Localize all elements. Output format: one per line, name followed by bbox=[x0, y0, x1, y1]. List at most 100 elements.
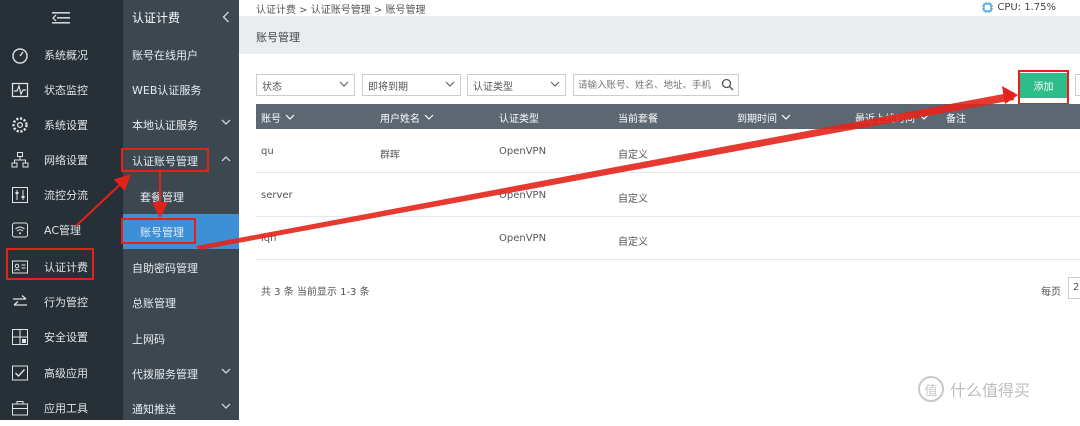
column-header-username[interactable]: 用户姓名 bbox=[380, 110, 434, 125]
cell-auth-type: OpenVPN bbox=[499, 190, 547, 201]
cut-off-control[interactable] bbox=[1075, 74, 1080, 96]
toolbox-icon bbox=[11, 399, 29, 417]
expiry-select[interactable]: 即将到期 bbox=[362, 74, 461, 96]
nav-item-label: 状态监控 bbox=[44, 83, 88, 97]
subnav-item-label: 代拨服务管理 bbox=[132, 367, 198, 381]
column-header-expiry[interactable]: 到期时间 bbox=[737, 110, 791, 125]
nav-item-security-settings[interactable]: 安全设置 bbox=[0, 319, 123, 354]
swap-arrows-icon bbox=[11, 293, 29, 311]
cell-plan: 自定义 bbox=[618, 194, 648, 205]
subnav-item-net-code[interactable]: 上网码 bbox=[123, 321, 239, 356]
sliders-icon bbox=[11, 186, 29, 204]
nav-item-label: 应用工具 bbox=[44, 401, 88, 415]
nav-item-status-monitor[interactable]: 状态监控 bbox=[0, 72, 123, 107]
subnav-item-ledger[interactable]: 总账管理 bbox=[123, 285, 239, 320]
column-header-label: 账号 bbox=[261, 114, 281, 125]
table-row[interactable]: lqh OpenVPN 自定义 bbox=[256, 217, 1080, 260]
gear-icon bbox=[11, 116, 29, 134]
table-row[interactable]: qu 群晖 OpenVPN 自定义 bbox=[256, 130, 1080, 173]
auth-type-select[interactable]: 认证类型 bbox=[467, 74, 566, 96]
subnav-item-local-auth[interactable]: 本地认证服务 bbox=[123, 107, 239, 142]
pulse-monitor-icon bbox=[11, 81, 29, 99]
secondary-sidebar: 认证计费 账号在线用户 WEB认证服务 本地认证服务 认证账号管理 套餐管理 账… bbox=[123, 0, 239, 420]
nav-item-ac-management[interactable]: AC管理 bbox=[0, 212, 123, 247]
primary-sidebar: 系统概况 状态监控 系统设置 网络设置 流控分流 AC管理 认证计费 行为管控 … bbox=[0, 0, 123, 420]
chevron-down-icon bbox=[339, 81, 349, 87]
column-header-last-online[interactable]: 最近上线时间 bbox=[855, 110, 929, 125]
chevron-up-icon bbox=[221, 156, 231, 162]
subnav-item-self-password[interactable]: 自助密码管理 bbox=[123, 250, 239, 285]
nav-item-system-settings[interactable]: 系统设置 bbox=[0, 107, 123, 142]
watermark-text: 什么值得买 bbox=[950, 381, 1031, 400]
column-header-account[interactable]: 账号 bbox=[261, 110, 295, 125]
pagination-summary: 共 3 条 当前显示 1-3 条 bbox=[261, 287, 370, 298]
subnav-item-label: 上网码 bbox=[132, 332, 165, 346]
auth-type-select-value: 认证类型 bbox=[473, 81, 513, 93]
annotation-highlight-add bbox=[1018, 70, 1069, 105]
gauge-icon bbox=[11, 46, 29, 64]
nav-item-label: 高级应用 bbox=[44, 366, 88, 380]
cell-username: 群晖 bbox=[380, 150, 400, 161]
nav-item-behavior-control[interactable]: 行为管控 bbox=[0, 284, 123, 319]
nav-item-label: 行为管控 bbox=[44, 295, 88, 309]
chevron-down-icon bbox=[221, 368, 231, 374]
chevron-down-icon bbox=[445, 81, 455, 87]
search-input[interactable] bbox=[578, 76, 718, 94]
subnav-item-dial-service[interactable]: 代拨服务管理 bbox=[123, 356, 239, 391]
chevron-left-icon[interactable] bbox=[222, 11, 230, 23]
cell-account: lqh bbox=[261, 233, 277, 244]
subnav-item-web-auth[interactable]: WEB认证服务 bbox=[123, 72, 239, 107]
nav-item-label: AC管理 bbox=[44, 223, 82, 237]
subnav-item-label: 通知推送 bbox=[132, 402, 176, 416]
search-icon[interactable] bbox=[721, 78, 734, 91]
column-header-label: 备注 bbox=[946, 114, 966, 125]
nav-item-label: 系统设置 bbox=[44, 118, 88, 132]
column-header-label: 到期时间 bbox=[737, 114, 777, 125]
chevron-down-icon bbox=[781, 114, 791, 120]
nav-item-label: 网络设置 bbox=[44, 153, 88, 167]
subnav-item-notification[interactable]: 通知推送 bbox=[123, 391, 239, 426]
cpu-usage: CPU: 1.75% bbox=[981, 1, 1056, 14]
subnav-item-online-users[interactable]: 账号在线用户 bbox=[123, 37, 239, 72]
subnav-item-label: 账号在线用户 bbox=[132, 48, 198, 62]
hamburger-icon bbox=[51, 11, 70, 24]
annotation-highlight-account-mgmt bbox=[121, 218, 196, 244]
cpu-usage-text: CPU: 1.75% bbox=[997, 2, 1056, 13]
chevron-down-icon bbox=[221, 119, 231, 125]
column-header-label: 用户姓名 bbox=[380, 114, 420, 125]
chevron-down-icon bbox=[285, 114, 295, 120]
nav-item-flow-control[interactable]: 流控分流 bbox=[0, 177, 123, 212]
nav-item-advanced-apps[interactable]: 高级应用 bbox=[0, 355, 123, 390]
chevron-down-icon bbox=[424, 114, 434, 120]
per-page-select[interactable]: 2 bbox=[1068, 277, 1080, 299]
column-header-label: 最近上线时间 bbox=[855, 114, 915, 125]
page-title: 账号管理 bbox=[256, 31, 300, 44]
subnav-item-plan-mgmt[interactable]: 套餐管理 bbox=[123, 179, 239, 214]
annotation-highlight-auth-billing bbox=[6, 248, 94, 280]
annotation-highlight-auth-account-mgmt bbox=[121, 148, 209, 172]
secondary-sidebar-title: 认证计费 bbox=[132, 11, 181, 25]
network-tree-icon bbox=[11, 151, 29, 169]
nav-item-label: 系统概况 bbox=[44, 48, 88, 62]
nav-item-system-overview[interactable]: 系统概况 bbox=[0, 37, 123, 72]
column-header-label: 认证类型 bbox=[499, 114, 539, 125]
secondary-sidebar-header: 认证计费 bbox=[123, 0, 239, 35]
status-select[interactable]: 状态 bbox=[256, 74, 355, 96]
nav-item-label: 流控分流 bbox=[44, 188, 88, 202]
search-box bbox=[573, 74, 739, 96]
status-select-value: 状态 bbox=[262, 81, 282, 93]
watermark: 值 什么值得买 bbox=[918, 376, 1030, 402]
chevron-down-icon bbox=[550, 81, 560, 87]
nav-item-network-settings[interactable]: 网络设置 bbox=[0, 142, 123, 177]
cell-account: qu bbox=[261, 146, 274, 157]
cell-auth-type: OpenVPN bbox=[499, 146, 547, 157]
breadcrumb: 认证计费 > 认证账号管理 > 账号管理 bbox=[256, 5, 426, 16]
table-header: 账号 用户姓名 认证类型 当前套餐 到期时间 最近上线时间 备注 bbox=[256, 104, 1080, 129]
menu-toggle[interactable] bbox=[0, 0, 123, 35]
column-header-auth-type: 认证类型 bbox=[499, 110, 539, 125]
cell-plan: 自定义 bbox=[618, 237, 648, 248]
cell-account: server bbox=[261, 190, 293, 201]
checkbox-icon bbox=[11, 364, 29, 382]
subnav-item-label: 本地认证服务 bbox=[132, 118, 198, 132]
table-row[interactable]: server OpenVPN 自定义 bbox=[256, 174, 1080, 217]
